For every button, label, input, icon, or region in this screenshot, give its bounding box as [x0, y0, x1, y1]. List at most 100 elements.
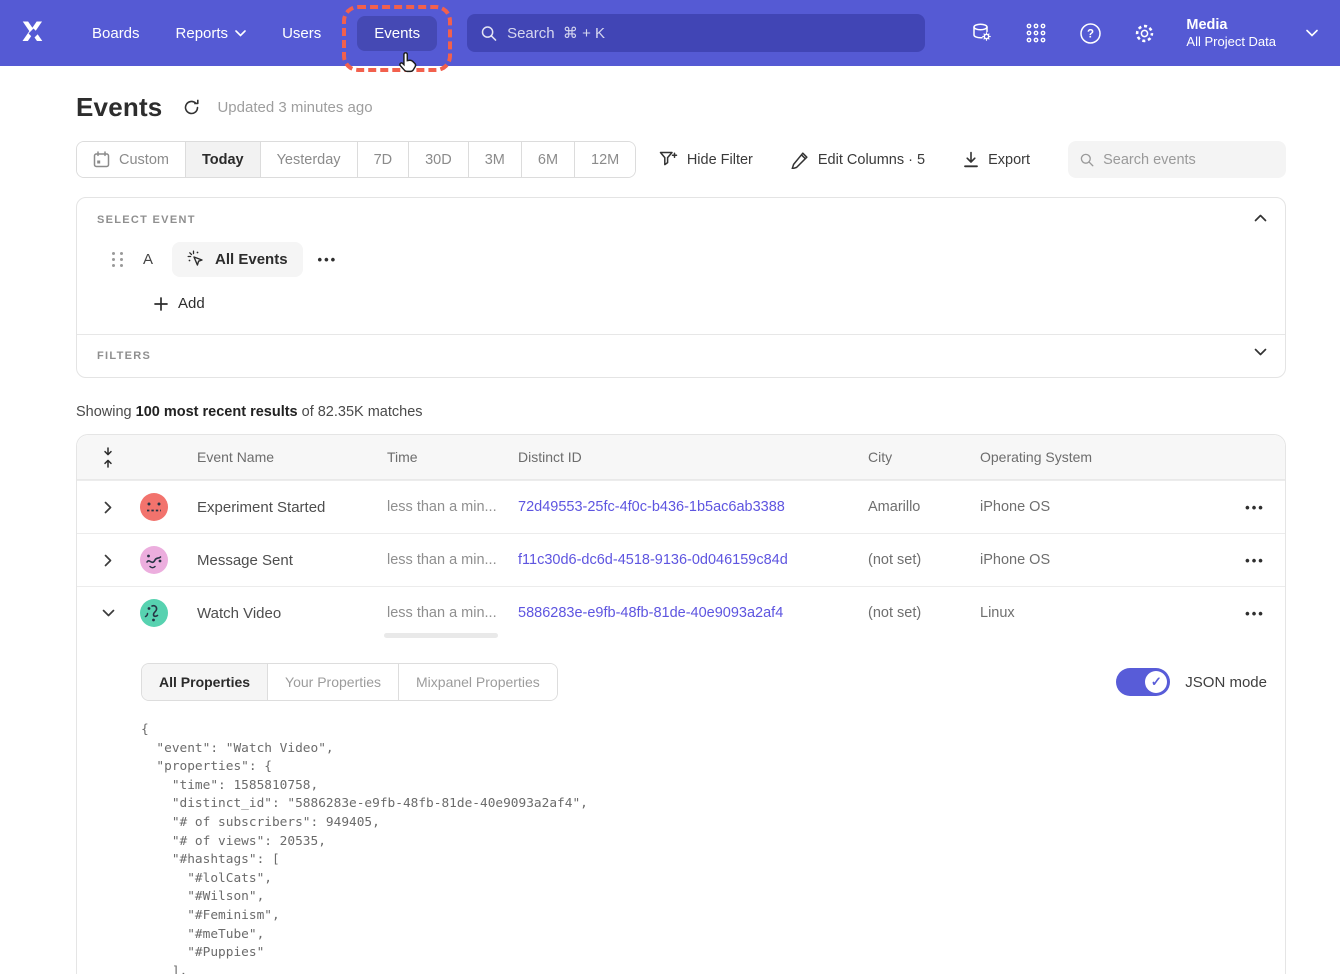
nav-item-users[interactable]: Users: [282, 17, 321, 50]
project-name: Media: [1186, 16, 1276, 34]
properties-tabs: All Properties Your Properties Mixpanel …: [141, 663, 558, 701]
collapse-row-chevron-down-icon[interactable]: [77, 609, 139, 617]
date-range-30d[interactable]: 30D: [408, 142, 468, 177]
date-range-7d[interactable]: 7D: [357, 142, 409, 177]
chevron-down-icon: [235, 30, 246, 37]
svg-text:?: ?: [1087, 28, 1094, 40]
row-menu-button[interactable]: •••: [1225, 500, 1285, 515]
event-more-button[interactable]: •••: [318, 252, 338, 267]
download-icon: [963, 151, 979, 168]
apps-grid-icon[interactable]: [1024, 21, 1048, 45]
cell-event-name: Watch Video: [197, 605, 387, 622]
cell-os: iPhone OS: [980, 552, 1225, 568]
events-search[interactable]: [1068, 141, 1286, 178]
nav-item-boards[interactable]: Boards: [92, 17, 140, 50]
results-summary: Showing100 most recent resultsof 82.35K …: [76, 404, 1286, 420]
json-mode-toggle[interactable]: ✓: [1116, 668, 1170, 696]
filters-section-header[interactable]: FILTERS: [77, 334, 1285, 377]
event-json-code: { "event": "Watch Video", "properties": …: [141, 721, 1267, 974]
date-range-yesterday[interactable]: Yesterday: [260, 142, 357, 177]
last-updated-text: Updated 3 minutes ago: [217, 99, 372, 116]
project-chevron-down-icon[interactable]: [1306, 29, 1318, 37]
nav-item-reports[interactable]: Reports: [176, 17, 247, 50]
column-header-time: Time: [387, 449, 518, 465]
selected-event-name: All Events: [215, 251, 288, 268]
global-search-input[interactable]: [507, 25, 911, 42]
pencil-icon: [791, 151, 809, 169]
tab-all-properties[interactable]: All Properties: [142, 664, 267, 700]
collapse-all-rows-icon[interactable]: [77, 447, 139, 468]
project-scope: All Project Data: [1186, 34, 1276, 50]
expand-row-chevron-right-icon[interactable]: [77, 554, 139, 567]
settings-gear-icon[interactable]: [1132, 21, 1156, 45]
help-icon[interactable]: ?: [1078, 21, 1102, 45]
cell-os: Linux: [980, 605, 1225, 621]
refresh-icon: [182, 98, 201, 117]
row-menu-button[interactable]: •••: [1225, 553, 1285, 568]
expand-row-chevron-right-icon[interactable]: [77, 501, 139, 514]
event-avatar: [139, 492, 169, 522]
events-search-input[interactable]: [1103, 152, 1274, 168]
cell-distinct-id-link[interactable]: 72d49553-25fc-4f0c-b436-1b5ac6ab3388: [518, 499, 868, 515]
hide-filter-button[interactable]: Hide Filter: [659, 151, 753, 168]
date-range-custom[interactable]: Custom: [77, 142, 185, 177]
cell-time: less than a min...: [387, 605, 518, 621]
filters-label: FILTERS: [97, 350, 1265, 362]
row-menu-button[interactable]: •••: [1225, 606, 1285, 621]
event-clause-row: A All Events •••: [97, 242, 1265, 277]
tab-your-properties[interactable]: Your Properties: [267, 664, 398, 700]
collapse-section-chevron-up-icon[interactable]: [1254, 214, 1267, 222]
event-sparkle-cursor-icon: [187, 250, 206, 269]
events-table: Event Name Time Distinct ID City Operati…: [76, 434, 1286, 974]
tab-mixpanel-properties[interactable]: Mixpanel Properties: [398, 664, 557, 700]
hand-cursor-icon: [397, 51, 419, 75]
plus-icon: [154, 297, 168, 311]
table-row-expanded[interactable]: Watch Video less than a min... 5886283e-…: [77, 586, 1285, 639]
cell-city: (not set): [868, 552, 980, 568]
top-navbar: X Boards Reports Users Events: [0, 0, 1340, 66]
search-icon: [481, 25, 497, 42]
column-header-os: Operating System: [980, 449, 1225, 465]
cell-distinct-id-link[interactable]: f11c30d6-dc6d-4518-9136-0d046159c84d: [518, 552, 868, 568]
expand-section-chevron-down-icon[interactable]: [1254, 348, 1267, 356]
project-switcher[interactable]: Media All Project Data: [1186, 16, 1276, 50]
table-row[interactable]: Message Sent less than a min... f11c30d6…: [77, 533, 1285, 586]
date-range-6m[interactable]: 6M: [521, 142, 574, 177]
drag-handle[interactable]: [112, 252, 124, 267]
select-event-section: SELECT EVENT A All Events: [77, 198, 1285, 334]
add-event-button[interactable]: Add: [154, 295, 205, 312]
query-builder-panel: SELECT EVENT A All Events: [76, 197, 1286, 378]
event-avatar: [139, 545, 169, 575]
cell-city: (not set): [868, 605, 980, 621]
cell-event-name: Experiment Started: [197, 499, 387, 516]
search-icon: [1080, 152, 1094, 168]
cell-distinct-id-link[interactable]: 5886283e-e9fb-48fb-81de-40e9093a2af4: [518, 605, 868, 621]
date-range-3m[interactable]: 3M: [468, 142, 521, 177]
table-row[interactable]: Experiment Started less than a min... 72…: [77, 480, 1285, 533]
cell-time: less than a min...: [387, 552, 518, 568]
column-header-distinct-id: Distinct ID: [518, 449, 868, 465]
calendar-icon: [93, 151, 110, 168]
column-header-city: City: [868, 449, 980, 465]
horizontal-scrollbar-thumb[interactable]: [384, 633, 498, 638]
page-title: Events: [76, 92, 162, 123]
filter-funnel-icon: [659, 151, 678, 168]
mixpanel-logo[interactable]: X: [22, 20, 52, 46]
event-avatar: [139, 598, 169, 628]
cell-os: iPhone OS: [980, 499, 1225, 515]
cell-time: less than a min...: [387, 499, 518, 515]
nav-item-events[interactable]: Events: [357, 16, 437, 51]
toggle-check-icon: ✓: [1145, 671, 1167, 693]
export-button[interactable]: Export: [963, 151, 1030, 168]
date-range-control: Custom Today Yesterday 7D 30D 3M 6M 12M: [76, 141, 636, 178]
cell-city: Amarillo: [868, 499, 980, 515]
date-range-12m[interactable]: 12M: [574, 142, 635, 177]
global-search[interactable]: [467, 14, 925, 52]
data-management-icon[interactable]: [970, 21, 994, 45]
event-selector-pill[interactable]: All Events: [172, 242, 303, 277]
select-event-label: SELECT EVENT: [97, 214, 1265, 226]
primary-nav: Boards Reports Users Events: [92, 16, 437, 51]
edit-columns-button[interactable]: Edit Columns · 5: [791, 151, 925, 169]
date-range-today[interactable]: Today: [185, 142, 260, 177]
refresh-button[interactable]: [182, 98, 201, 117]
